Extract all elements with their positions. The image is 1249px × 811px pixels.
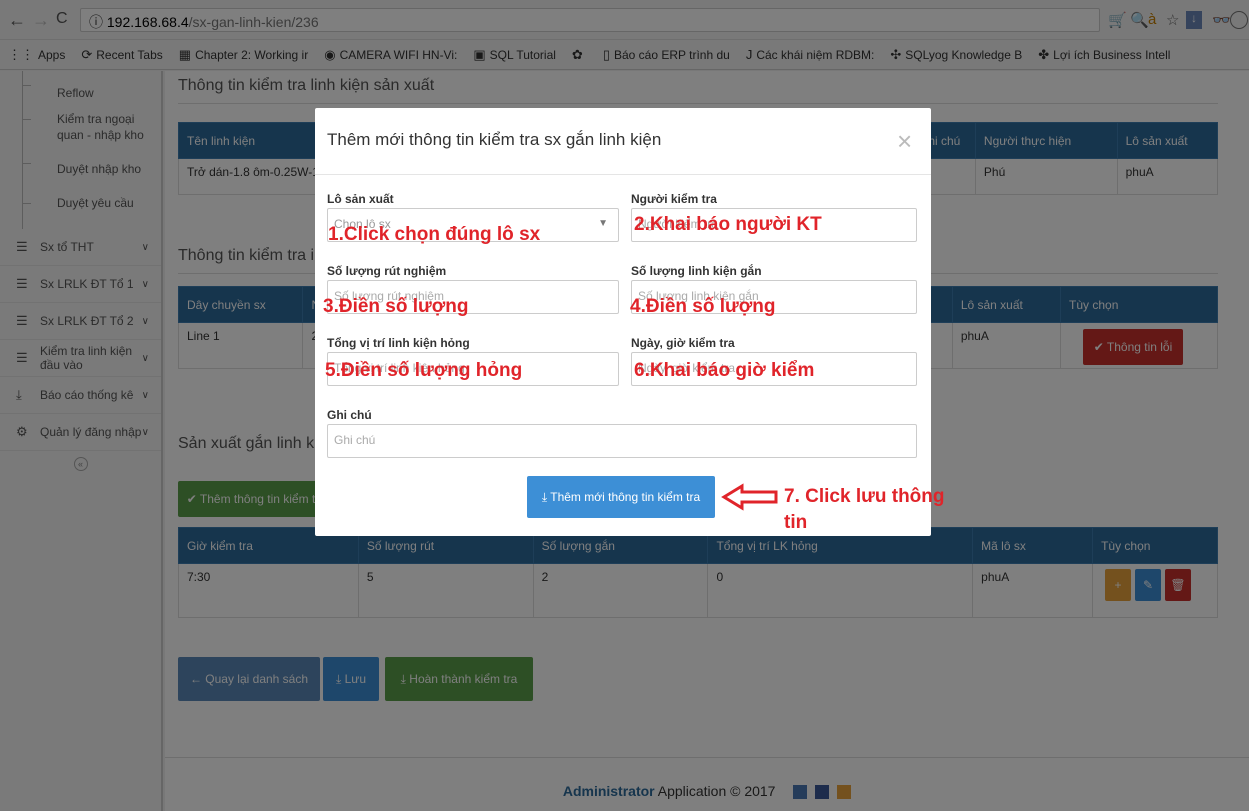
checker-label: Người kiểm tra [631,192,717,206]
lot-label: Lô sản xuất [327,192,394,206]
defect-label: Tổng vị trí linh kiện hỏng [327,336,470,350]
annotation-step-4: 4.Điền số lượng [630,296,776,317]
annotation-step-3: 3.Điền số lượng [323,296,469,317]
modal-title: Thêm mới thông tin kiểm tra sx gắn linh … [327,130,662,149]
annotation-step-2: 2.Khai báo người KT [634,214,822,235]
annotation-step-6: 6.Khai báo giờ kiểm [634,360,815,381]
note-label: Ghi chú [327,408,372,422]
submit-check-button[interactable]: ⤓ Thêm mới thông tin kiểm tra [527,476,715,518]
add-check-modal: Thêm mới thông tin kiểm tra sx gắn linh … [315,108,931,536]
time-label: Ngày, giờ kiểm tra [631,336,735,350]
divider [315,174,931,175]
chevron-down-icon: ▼ [598,218,608,229]
annotation-step-5: 5.Điền số lượng hỏng [325,360,523,381]
annotation-step-1: 1.Click chọn đúng lô sx [328,224,541,245]
sample-label: Số lượng rút nghiệm [327,264,447,278]
mounted-label: Số lượng linh kiện gắn [631,264,762,278]
close-icon[interactable]: × [897,126,912,157]
note-input[interactable]: Ghi chú [327,424,917,458]
annotation-step-7: 7. Click lưu thông tin [784,486,945,533]
annotation-arrow-icon [721,483,778,511]
